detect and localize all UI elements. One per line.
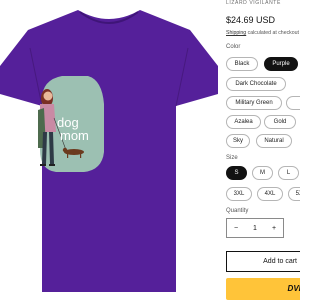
- color-label: Color: [226, 44, 241, 50]
- tshirt-graphic: dog mom: [0, 10, 218, 292]
- add-to-cart-label: Add to cart: [263, 258, 297, 265]
- color-option-sky[interactable]: Sky: [226, 134, 250, 148]
- quantity-increase-button[interactable]: +: [265, 225, 283, 232]
- size-option-3xl[interactable]: 3XL: [226, 187, 252, 201]
- product-image[interactable]: dog mom: [0, 0, 218, 300]
- color-option-dark-chocolate[interactable]: Dark Chocolate: [226, 77, 286, 91]
- size-option-s[interactable]: S: [226, 166, 247, 180]
- design-text-mom: mom: [60, 128, 89, 143]
- quantity-input[interactable]: 1: [246, 225, 264, 232]
- color-option-gold[interactable]: Gold: [264, 115, 296, 129]
- shipping-note: Shipping calculated at checkout: [226, 30, 299, 36]
- quantity-decrease-button[interactable]: −: [227, 225, 245, 232]
- color-option-military-green[interactable]: Military Green: [226, 96, 282, 110]
- buy-now-button[interactable]: DVE: [226, 278, 300, 300]
- tshirt-body: [0, 10, 218, 292]
- size-label: Size: [226, 155, 238, 161]
- quantity-label: Quantity: [226, 208, 249, 214]
- color-option-azalea[interactable]: Azalea: [226, 115, 261, 129]
- product-info-panel: LIZARD VIGILANTE $24.69 USD Shipping cal…: [226, 0, 300, 300]
- buy-now-label: DVE: [287, 284, 300, 293]
- shipping-note-text: calculated at checkout: [246, 30, 299, 36]
- color-option-extra[interactable]: [286, 96, 300, 110]
- color-option-black[interactable]: Black: [226, 57, 258, 71]
- add-to-cart-button[interactable]: Add to cart: [226, 251, 300, 272]
- product-price: $24.69 USD: [226, 15, 276, 25]
- size-option-l[interactable]: L: [278, 166, 299, 180]
- quantity-stepper: − 1 +: [226, 218, 284, 238]
- size-option-4xl[interactable]: 4XL: [257, 187, 283, 201]
- shipping-link[interactable]: Shipping: [226, 30, 246, 36]
- size-option-m[interactable]: M: [252, 166, 273, 180]
- size-option-5xl[interactable]: 5XL: [288, 187, 300, 201]
- color-option-natural[interactable]: Natural: [256, 134, 292, 148]
- color-option-purple[interactable]: Purple: [264, 57, 298, 71]
- vendor-name: LIZARD VIGILANTE: [226, 0, 281, 6]
